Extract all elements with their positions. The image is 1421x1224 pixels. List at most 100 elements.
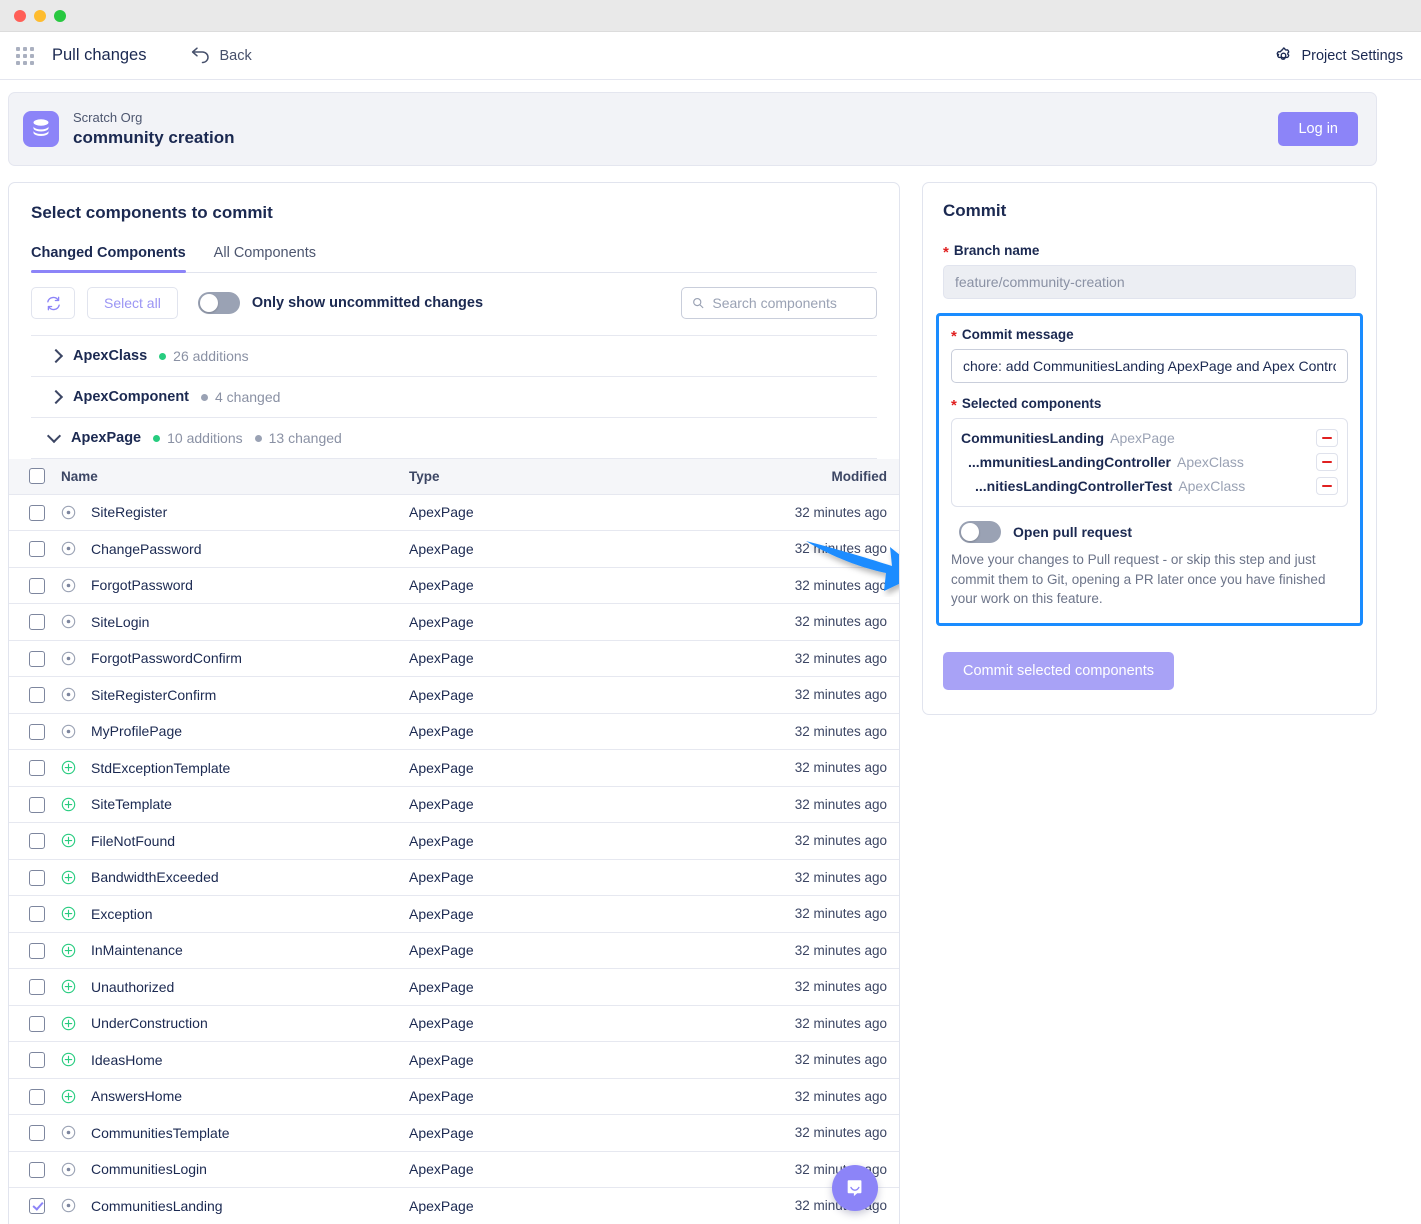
project-settings-button[interactable]: Project Settings [1274,46,1403,65]
row-checkbox[interactable] [29,1198,45,1215]
table-row[interactable]: FileNotFound ApexPage 32 minutes ago [9,822,899,860]
selected-components-label: * Selected components [951,396,1348,414]
open-pull-request-description: Move your changes to Pull request - or s… [951,552,1326,607]
select-all-checkbox[interactable] [29,468,45,485]
app-grid-icon[interactable] [16,46,34,65]
row-name-cell: StdExceptionTemplate [61,749,409,787]
component-type: ApexPage [409,1197,474,1214]
row-checkbox[interactable] [29,796,45,813]
table-row[interactable]: SiteTemplate ApexPage 32 minutes ago [9,786,899,823]
row-checkbox[interactable] [29,541,45,558]
table-row[interactable]: AnswersHome ApexPage 32 minutes ago [9,1078,899,1115]
window-maximize-button[interactable] [54,9,66,22]
row-checkbox[interactable] [29,1161,45,1178]
open-pull-request-toggle[interactable] [959,521,1001,543]
tab-changed-components[interactable]: Changed Components [31,245,186,273]
row-checkbox[interactable] [29,687,45,704]
table-row[interactable]: MyProfilePage ApexPage 32 minutes ago [9,713,899,750]
row-select-cell [9,1005,61,1042]
column-header-type[interactable]: Type [409,459,709,495]
uncommitted-changes-toggle[interactable] [197,292,240,314]
accordion-row-apexcomponent[interactable]: ApexComponent 4 changed [31,377,877,418]
search-components-box[interactable] [681,287,877,319]
row-checkbox[interactable] [29,614,45,631]
select-all-button[interactable]: Select all [87,287,178,319]
row-checkbox[interactable] [29,906,45,923]
row-checkbox[interactable] [29,1088,45,1105]
remove-component-button[interactable] [1316,453,1338,471]
component-type: ApexPage [409,832,474,849]
component-type: ApexPage [409,650,474,667]
row-select-cell [9,932,61,969]
component-modified: 32 minutes ago [794,906,887,922]
column-header-name[interactable]: Name [61,459,409,495]
component-type: ApexPage [409,686,474,703]
row-type-cell: ApexPage [409,749,709,787]
column-header-modified[interactable]: Modified [709,459,899,495]
table-row[interactable]: SiteRegisterConfirm ApexPage 32 minutes ag… [9,676,899,714]
table-row[interactable]: SiteRegister ApexPage 32 minutes ago [9,494,899,531]
back-button[interactable]: Back [190,46,252,65]
components-table-body: SiteRegister ApexPage 32 minutes ago Change… [9,494,899,1224]
table-row[interactable]: Unauthorized ApexPage 32 minutes ago [9,968,899,1006]
component-type: ApexPage [409,978,474,995]
window-close-button[interactable] [14,9,26,22]
row-modified-cell: 32 minutes ago [709,1114,899,1152]
status-addition-icon [61,980,76,994]
row-checkbox[interactable] [29,869,45,886]
table-row[interactable]: CommunitiesLogin ApexPage 32 minutes ago [9,1151,899,1188]
row-checkbox[interactable] [29,942,45,959]
table-row[interactable]: SiteLogin ApexPage 32 minutes ago [9,603,899,641]
row-modified-cell: 32 minutes ago [709,786,899,823]
minus-icon [1322,436,1332,440]
row-type-cell: ApexPage [409,1114,709,1152]
remove-component-button[interactable] [1316,477,1338,495]
table-row[interactable]: IdeasHome ApexPage 32 minutes ago [9,1041,899,1079]
component-name: CommunitiesLogin [91,1161,207,1178]
org-meta: Scratch Org community creation [73,109,235,149]
table-row[interactable]: CommunitiesLanding ApexPage 32 minutes ago [9,1187,899,1224]
required-marker: * [951,397,957,414]
chat-widget-button[interactable] [832,1165,878,1211]
component-modified: 32 minutes ago [794,1088,887,1104]
log-in-button[interactable]: Log in [1278,112,1358,146]
component-type: ApexPage [409,504,474,521]
row-checkbox[interactable] [29,1125,45,1142]
table-row[interactable]: InMaintenance ApexPage 32 minutes ago [9,932,899,969]
row-checkbox[interactable] [29,833,45,850]
table-row[interactable]: BandwidthExceeded ApexPage 32 minutes ago [9,859,899,896]
table-row[interactable]: StdExceptionTemplate ApexPage 32 minutes a… [9,749,899,787]
status-changed-icon [61,1199,76,1213]
commit-selected-components-button[interactable]: Commit selected components [943,651,1174,690]
accordion-row-apexclass[interactable]: ApexClass 26 additions [31,336,877,377]
remove-component-button[interactable] [1316,429,1338,447]
search-components-input[interactable] [712,295,866,311]
row-checkbox[interactable] [29,760,45,777]
table-row[interactable]: ChangePassword ApexPage 32 minutes ago [9,530,899,568]
table-row[interactable]: CommunitiesTemplate ApexPage 32 minutes ag… [9,1114,899,1152]
table-row[interactable]: UnderConstruction ApexPage 32 minutes ago [9,1005,899,1042]
row-name-cell: AnswersHome [61,1078,409,1115]
row-type-cell: ApexPage [409,1187,709,1224]
row-type-cell: ApexPage [409,603,709,641]
window-minimize-button[interactable] [34,9,46,22]
commit-highlight-region: * Commit message * Selected components C… [936,313,1363,626]
table-row[interactable]: Exception ApexPage 32 minutes ago [9,895,899,933]
row-checkbox[interactable] [29,979,45,996]
row-name-cell: InMaintenance [61,932,409,969]
accordion-row-apexpage[interactable]: ApexPage 10 additions 13 changed [31,418,877,459]
row-checkbox[interactable] [29,1015,45,1032]
table-row[interactable]: ForgotPasswordConfirm ApexPage 32 minutes … [9,640,899,677]
tab-all-components[interactable]: All Components [214,245,316,272]
component-name: SiteRegisterConfirm [91,686,217,703]
row-checkbox[interactable] [29,723,45,740]
row-name-cell: ForgotPassword [61,567,409,604]
row-checkbox[interactable] [29,1052,45,1069]
table-row[interactable]: ForgotPassword ApexPage 32 minutes ago [9,567,899,604]
row-checkbox[interactable] [29,650,45,667]
row-checkbox[interactable] [29,504,45,521]
row-checkbox[interactable] [29,577,45,594]
commit-message-field[interactable] [951,349,1348,383]
component-name: CommunitiesLanding [91,1197,223,1214]
refresh-button[interactable] [31,287,75,319]
